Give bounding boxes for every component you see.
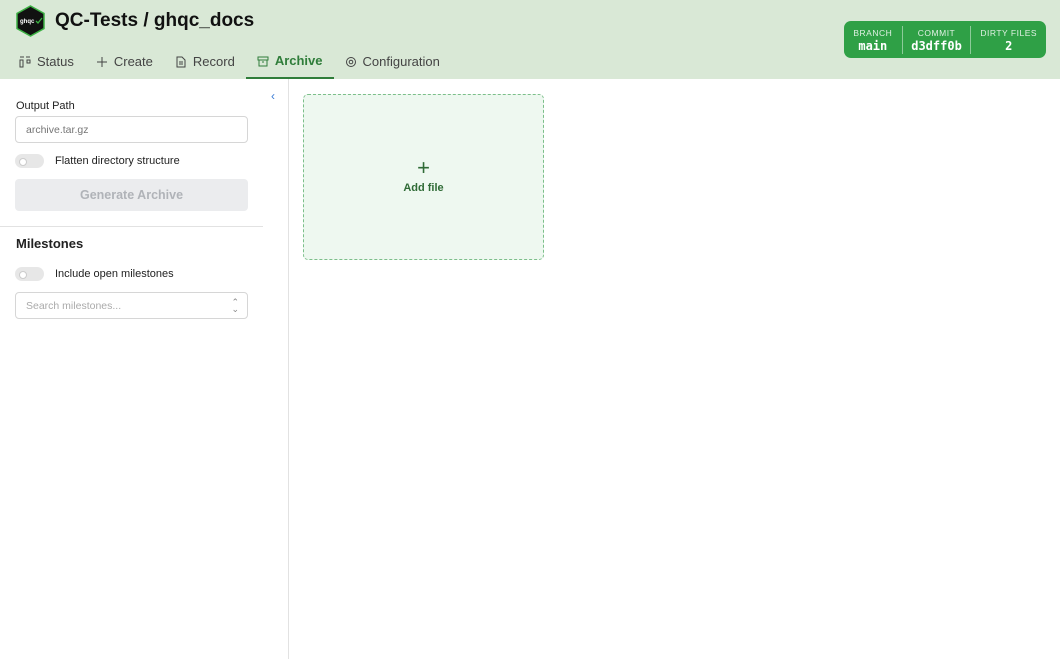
milestones-search-select[interactable]: Search milestones... ⌃⌄ — [15, 292, 248, 319]
generate-archive-button[interactable]: Generate Archive — [15, 179, 248, 211]
repo-status-badge: BRANCHmain COMMITd3dff0b DIRTY FILES2 — [844, 21, 1046, 58]
archive-icon — [257, 55, 269, 67]
add-file-dropzone[interactable]: + Add file — [303, 94, 544, 260]
search-placeholder: Search milestones... — [26, 300, 121, 312]
chevron-up-down-icon: ⌃⌄ — [231, 299, 239, 313]
tab-record[interactable]: Record — [164, 44, 246, 79]
gear-icon — [345, 56, 357, 68]
tab-create[interactable]: Create — [85, 44, 164, 79]
sidebar: ‹ Output Path Flatten directory structur… — [0, 79, 289, 659]
tab-label: Status — [37, 54, 74, 69]
commit-cell: COMMITd3dff0b — [902, 26, 971, 54]
tab-status[interactable]: Status — [8, 44, 85, 79]
include-open-milestones-label: Include open milestones — [55, 268, 174, 280]
commit-value: d3dff0b — [903, 39, 971, 53]
plus-icon: + — [304, 157, 543, 179]
dirty-files-value: 2 — [971, 39, 1046, 53]
ghqc-logo: ghqc — [15, 5, 46, 37]
plus-icon — [96, 56, 108, 68]
include-open-milestones-toggle[interactable] — [15, 267, 44, 281]
divider — [0, 226, 263, 227]
svg-text:ghqc: ghqc — [20, 19, 35, 25]
branch-value: main — [844, 39, 902, 53]
page-title: QC-Tests / ghqc_docs — [55, 10, 254, 32]
flatten-label: Flatten directory structure — [55, 155, 180, 167]
document-icon — [175, 56, 187, 68]
tab-archive[interactable]: Archive — [246, 44, 334, 79]
branch-cell: BRANCHmain — [844, 26, 902, 54]
dirty-files-label: DIRTY FILES — [971, 28, 1046, 38]
collapse-sidebar-chevron-icon[interactable]: ‹ — [271, 89, 275, 103]
tab-label: Create — [114, 54, 153, 69]
flatten-toggle[interactable] — [15, 154, 44, 168]
nav-tabs: Status Create Record Archive Configurati… — [8, 44, 451, 79]
status-icon — [19, 56, 31, 68]
milestones-heading: Milestones — [16, 236, 83, 251]
commit-label: COMMIT — [903, 28, 971, 38]
output-path-label: Output Path — [16, 100, 75, 112]
tab-label: Archive — [275, 53, 323, 68]
branch-label: BRANCH — [844, 28, 902, 38]
dirty-files-cell: DIRTY FILES2 — [970, 26, 1046, 54]
tab-label: Configuration — [363, 54, 440, 69]
header: ghqc QC-Tests / ghqc_docs Status Create … — [0, 0, 1060, 79]
tab-configuration[interactable]: Configuration — [334, 44, 451, 79]
tab-label: Record — [193, 54, 235, 69]
output-path-input[interactable] — [15, 116, 248, 143]
add-file-label: Add file — [304, 182, 543, 194]
